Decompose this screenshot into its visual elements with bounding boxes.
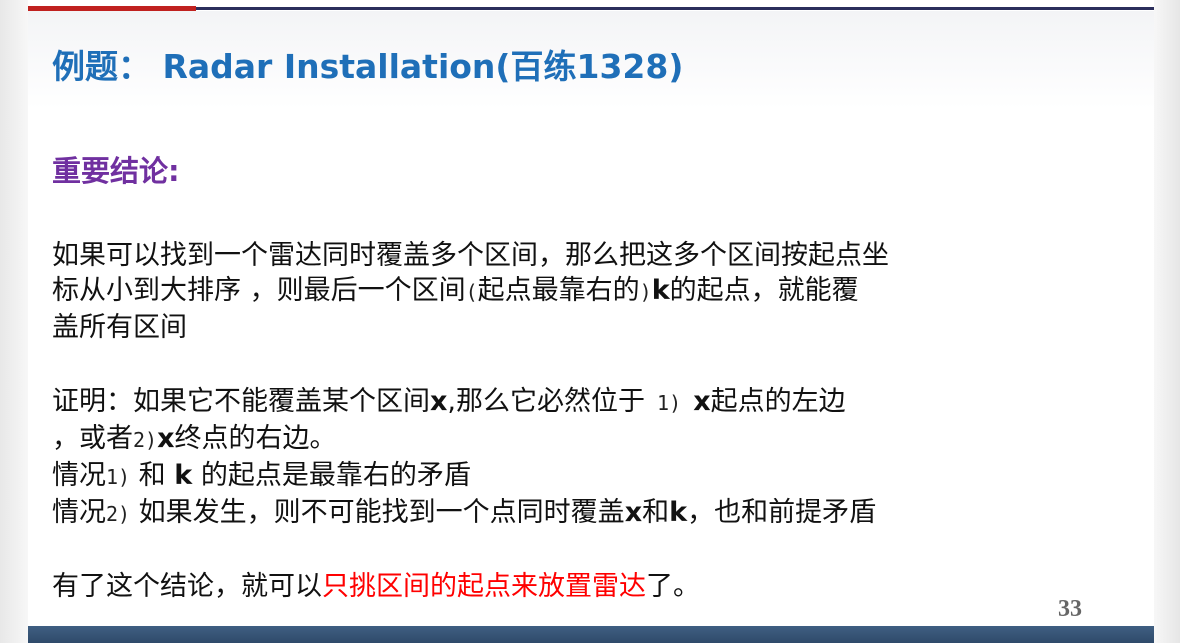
slide-title: 例题： Radar Installation(百练1328) [52,47,684,86]
case-number: 1) [645,391,694,415]
proof-line-4: 情况2) 如果发生，则不可能找到一个点同时覆盖x和k，也和前提矛盾 [52,495,876,532]
var-k: k [669,497,688,528]
var-x: x [157,423,175,454]
paren-close: ) [639,280,652,304]
text: 的起点，就能覆 [669,275,859,306]
text: 情况 [52,497,106,528]
left-shadow [0,0,28,643]
proof-line-2: ，或者2)x终点的右边。 [52,421,876,458]
conclusion-paragraph: 如果可以找到一个雷达同时覆盖多个区间，那么把这多个区间按起点坐 标从小到大排序 … [52,238,889,345]
highlight-text: 只挑区间的起点来放置雷达 [322,571,646,602]
page-number: 33 [1058,596,1082,622]
text: 了。 [646,571,700,602]
case-number: 2) [106,502,131,526]
text: 终点的右边。 [174,423,337,454]
conclusion-line-3: 盖所有区间 [52,312,187,343]
text: 证明：如果它不能覆盖某个区间 [52,386,430,417]
text: 和 [642,497,670,528]
var-x: x [693,386,711,417]
proof-paragraph: 证明：如果它不能覆盖某个区间x,那么它必然位于 1) x起点的左边 ，或者2)x… [52,384,876,532]
text: ，或者 [52,423,133,454]
text: 和 [130,460,175,491]
var-k: k [651,275,670,306]
text: 起点的左边 [710,386,846,417]
case-number: 1) [106,465,131,489]
var-k: k [174,460,193,491]
right-shadow [1154,0,1180,643]
text: 情况 [52,460,106,491]
text: ,那么它必然位于 [447,386,646,417]
var-x: x [430,386,448,417]
top-bar-navy-segment [196,7,1154,10]
proof-line-1: 证明：如果它不能覆盖某个区间x,那么它必然位于 1) x起点的左边 [52,384,876,421]
text: 的起点是最靠右的矛盾 [192,460,471,491]
bottom-accent-bar [28,626,1154,643]
text: ，也和前提矛盾 [687,497,877,528]
case-number: 2) [133,428,158,452]
conclusion-line-2: 标从小到大排序 ，则最后一个区间(起点最靠右的)k的起点，就能覆 [52,273,889,310]
section-heading: 重要结论: [52,154,180,188]
text: 有了这个结论，就可以 [52,571,322,602]
text: 标从小到大排序 ，则最后一个区间 [52,275,466,306]
final-paragraph: 有了这个结论，就可以只挑区间的起点来放置雷达了。 [52,569,700,604]
var-x: x [624,497,643,528]
slide: 例题： Radar Installation(百练1328) 重要结论: 如果可… [28,6,1154,643]
text: 如果发生，则不可能找到一个点同时覆盖 [130,497,625,528]
text: 起点最靠右的 [477,275,640,306]
conclusion-line-1: 如果可以找到一个雷达同时覆盖多个区间，那么把这多个区间按起点坐 [52,240,889,271]
proof-line-3: 情况1) 和 k 的起点是最靠右的矛盾 [52,458,876,495]
paren-open: ( [465,280,478,304]
